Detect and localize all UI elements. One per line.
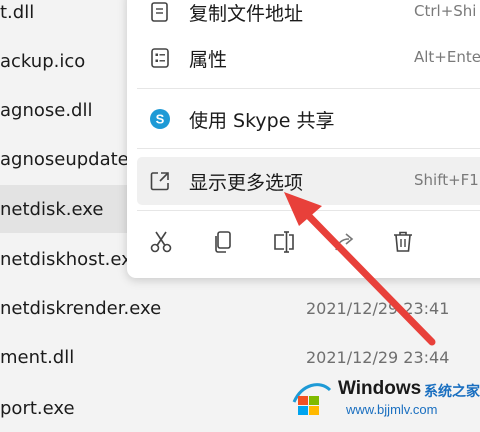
menu-item-show-more-options[interactable]: 显示更多选项 Shift+F1	[137, 157, 480, 205]
watermark: Windows 系统之家 www.bjjmlv.com	[290, 372, 480, 423]
watermark-url: www.bjjmlv.com	[346, 402, 438, 417]
menu-separator	[137, 210, 480, 211]
watermark-brand: Windows	[338, 378, 422, 399]
menu-item-properties[interactable]: 属性 Alt+Ente	[137, 34, 480, 82]
menu-shortcut: Ctrl+Shi	[414, 2, 477, 20]
file-name: agnose.dll	[0, 99, 93, 121]
menu-action-bar	[127, 214, 480, 270]
windows-logo-icon	[292, 383, 332, 415]
watermark-brand-cn: 系统之家	[424, 384, 480, 400]
file-name: netdiskhost.exe	[0, 248, 143, 270]
file-date: 2021/12/29 23:41	[306, 298, 450, 318]
context-menu: 复制文件地址 Ctrl+Shi 属性 Alt+Ente S 使用 Skype 共…	[127, 0, 480, 278]
copy-icon[interactable]	[209, 228, 237, 256]
copy-path-icon	[149, 1, 171, 23]
share-icon[interactable]	[331, 228, 359, 256]
cut-icon[interactable]	[147, 228, 175, 256]
file-name: ackup.ico	[0, 50, 86, 72]
menu-label: 复制文件地址	[189, 3, 304, 25]
menu-label: 使用 Skype 共享	[189, 110, 335, 132]
file-name: t.dll	[0, 1, 35, 23]
menu-item-copy-path[interactable]: 复制文件地址 Ctrl+Shi	[137, 0, 480, 36]
file-name: ment.dll	[0, 346, 75, 368]
menu-separator	[137, 148, 480, 149]
file-name: netdiskrender.exe	[0, 297, 162, 319]
svg-text:S: S	[156, 112, 165, 127]
delete-icon[interactable]	[389, 228, 417, 256]
show-more-options-icon	[149, 170, 171, 192]
rename-icon[interactable]	[270, 228, 298, 256]
skype-icon: S	[149, 108, 171, 130]
menu-label: 属性	[189, 49, 228, 71]
file-name: netdisk.exe	[0, 198, 104, 220]
menu-separator	[137, 88, 480, 89]
menu-shortcut: Shift+F1	[414, 171, 479, 189]
menu-item-skype-share[interactable]: S 使用 Skype 共享	[137, 95, 480, 143]
file-date: 2021/12/29 23:44	[306, 347, 450, 367]
file-row[interactable]: netdiskrender.exe 2021/12/29 23:41	[0, 284, 480, 332]
menu-label: 显示更多选项	[189, 172, 304, 194]
file-name: port.exe	[0, 397, 75, 419]
menu-shortcut: Alt+Ente	[414, 48, 480, 66]
file-name: agnoseupdate	[0, 148, 129, 170]
properties-icon	[149, 47, 171, 69]
